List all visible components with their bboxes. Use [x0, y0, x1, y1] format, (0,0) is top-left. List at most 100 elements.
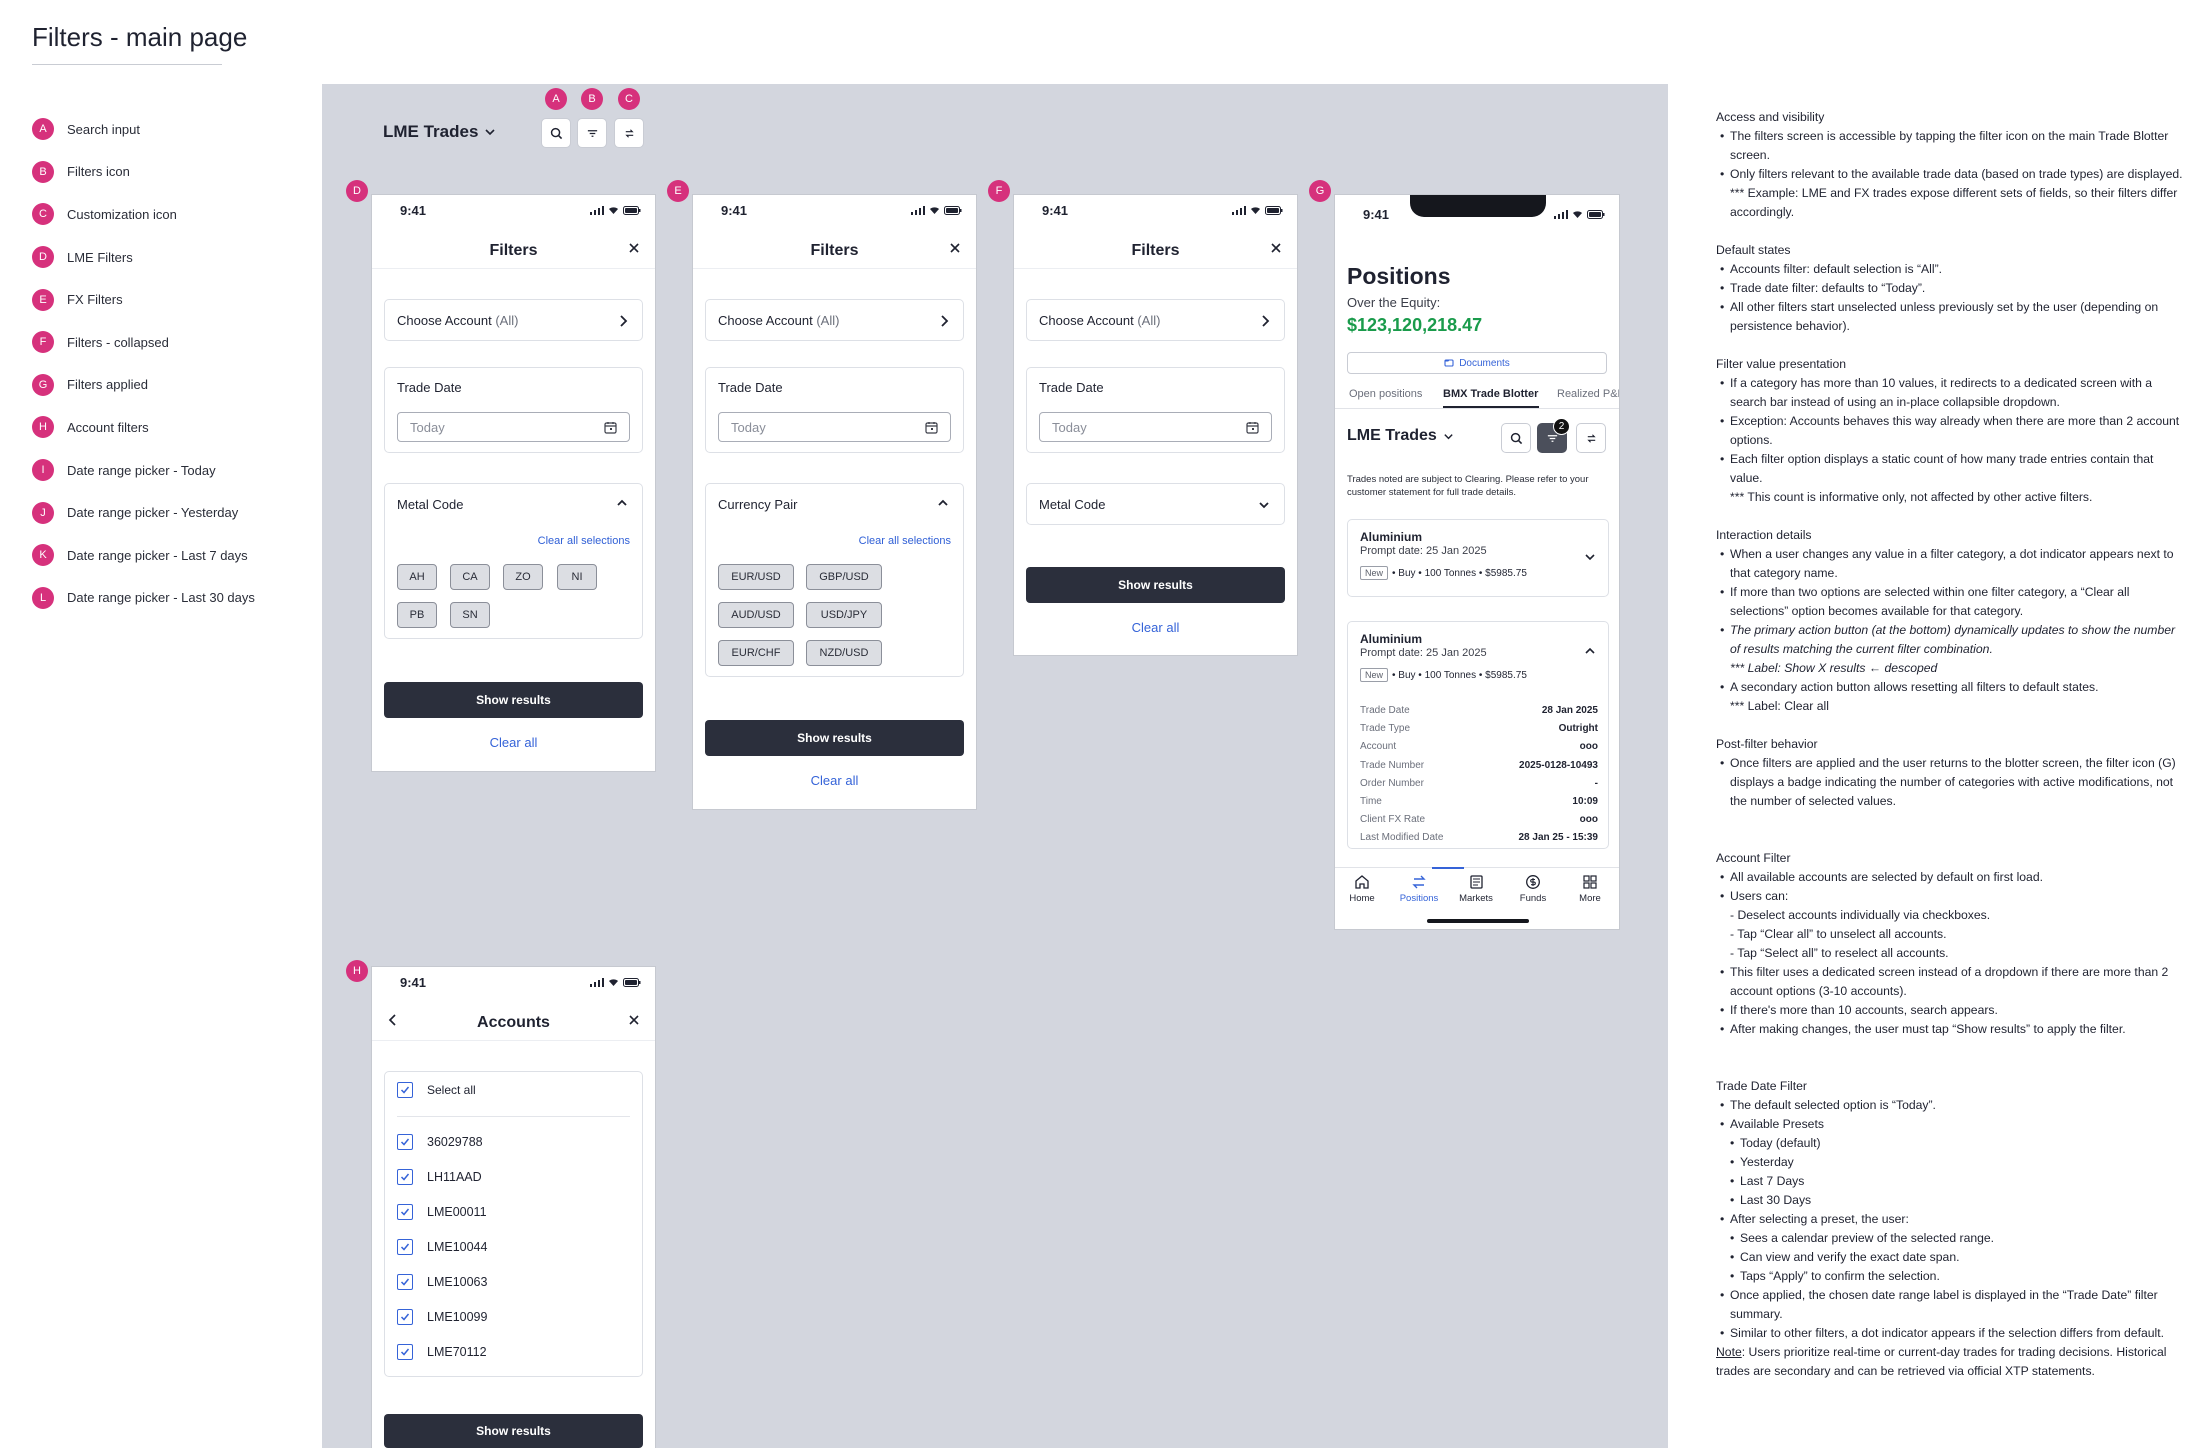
trade-card-expanded[interactable]: Aluminium Prompt date: 25 Jan 2025 New •…	[1347, 621, 1609, 849]
currency-chip[interactable]: EUR/CHF	[718, 640, 794, 666]
legend-item: C Customization icon	[32, 193, 312, 236]
detail-key: Last Modified Date	[1360, 832, 1444, 844]
choose-account-label: Choose Account	[397, 313, 492, 328]
account-row[interactable]: LME10099	[397, 1309, 487, 1325]
chevron-right-icon	[620, 315, 628, 327]
trade-date-field[interactable]: Today	[397, 412, 630, 442]
choose-account-text: Choose Account (All)	[1039, 313, 1160, 328]
close-icon[interactable]	[627, 241, 641, 255]
back-arrow-icon[interactable]	[386, 1013, 400, 1027]
show-results-button[interactable]: Show results	[384, 1414, 643, 1448]
select-all-row[interactable]: Select all	[397, 1082, 476, 1098]
notes-bullet: If more than two options are selected wi…	[1720, 583, 2186, 621]
metal-chip[interactable]: PB	[397, 602, 437, 628]
trade-date-field[interactable]: Today	[718, 412, 951, 442]
signal-icon	[1554, 209, 1568, 219]
detail-value: ooo	[1579, 814, 1598, 826]
lme-trades-dropdown[interactable]: LME Trades	[1347, 427, 1454, 445]
account-row[interactable]: LME70112	[397, 1344, 487, 1360]
clear-all-selections-link[interactable]: Clear all selections	[538, 535, 630, 547]
nav-funds[interactable]: Funds	[1511, 874, 1555, 904]
currency-chip[interactable]: GBP/USD	[806, 564, 882, 590]
close-icon[interactable]	[627, 1013, 641, 1027]
checkbox-checked[interactable]	[397, 1134, 413, 1150]
notes-sub-bullet: Last 30 Days	[1730, 1191, 2186, 1210]
markets-icon	[1470, 875, 1483, 889]
calendar-icon	[1246, 421, 1259, 434]
account-row[interactable]: LME10044	[397, 1239, 487, 1255]
clear-all-link[interactable]: Clear all	[372, 735, 655, 750]
show-results-button[interactable]: Show results	[384, 682, 643, 718]
customization-button[interactable]	[614, 118, 644, 148]
notes-heading: Default states	[1716, 243, 1791, 257]
account-row[interactable]: LME10063	[397, 1274, 487, 1290]
clear-all-link[interactable]: Clear all	[1014, 620, 1297, 635]
currency-chip[interactable]: USD/JPY	[806, 602, 882, 628]
notes-sub-bullet: Sees a calendar preview of the selected …	[1730, 1229, 2186, 1248]
search-button[interactable]	[541, 118, 571, 148]
currency-chip[interactable]: EUR/USD	[718, 564, 794, 590]
checkbox-checked[interactable]	[397, 1169, 413, 1185]
checkbox-checked[interactable]	[397, 1239, 413, 1255]
currency-chip[interactable]: NZD/USD	[806, 640, 882, 666]
metal-code-collapsed[interactable]: Metal Code	[1026, 483, 1285, 525]
status-bar: 9:41	[372, 195, 655, 225]
clear-all-link[interactable]: Clear all	[693, 773, 976, 788]
chevron-up-icon[interactable]	[937, 498, 949, 508]
show-results-button[interactable]: Show results	[1026, 567, 1285, 603]
show-results-button[interactable]: Show results	[705, 720, 964, 756]
account-row[interactable]: LH11AAD	[397, 1169, 482, 1185]
filters-button[interactable]	[577, 118, 607, 148]
customization-button[interactable]	[1576, 423, 1606, 453]
tab-realized-pnl[interactable]: Realized P&L	[1557, 388, 1619, 400]
metal-chip[interactable]: CA	[450, 564, 490, 590]
nav-home[interactable]: Home	[1340, 874, 1384, 904]
notes-bullet: This filter uses a dedicated screen inst…	[1720, 963, 2186, 1001]
metal-chip[interactable]: SN	[450, 602, 490, 628]
notes-bullet: Exception: Accounts behaves this way alr…	[1720, 412, 2186, 450]
nav-more[interactable]: More	[1568, 874, 1612, 904]
metal-chip[interactable]: AH	[397, 564, 437, 590]
checkbox-checked[interactable]	[397, 1344, 413, 1360]
trade-date-label: Trade Date	[718, 380, 783, 395]
trade-date-field[interactable]: Today	[1039, 412, 1272, 442]
chevron-up-icon[interactable]	[616, 498, 628, 508]
marker-badge: C	[32, 203, 54, 226]
status-icons	[1232, 205, 1283, 215]
checkbox-checked[interactable]	[397, 1204, 413, 1220]
notes-sub-bullet: Yesterday	[1730, 1153, 2186, 1172]
choose-account-row[interactable]: Choose Account (All)	[705, 299, 964, 341]
checkbox-checked[interactable]	[397, 1082, 413, 1098]
account-row[interactable]: 36029788	[397, 1134, 483, 1150]
marker-badge: B	[32, 160, 54, 183]
documents-button[interactable]: Documents	[1347, 352, 1607, 374]
choose-account-row[interactable]: Choose Account (All)	[384, 299, 643, 341]
search-button[interactable]	[1501, 423, 1531, 453]
legend-label: Customization icon	[67, 206, 177, 222]
phone-filters-applied: 9:41 Positions Over the Equity: $123,120…	[1334, 194, 1620, 930]
equity-label: Over the Equity:	[1347, 295, 1441, 310]
close-icon[interactable]	[1269, 241, 1283, 255]
account-label: LH11AAD	[427, 1170, 482, 1184]
metal-chip[interactable]: ZO	[503, 564, 543, 590]
marker-badge: E	[32, 288, 54, 311]
metal-chip[interactable]: NI	[557, 564, 597, 590]
close-icon[interactable]	[948, 241, 962, 255]
checkbox-checked[interactable]	[397, 1274, 413, 1290]
choose-account-row[interactable]: Choose Account (All)	[1026, 299, 1285, 341]
checkbox-checked[interactable]	[397, 1309, 413, 1325]
check-icon	[400, 1278, 410, 1286]
nav-positions[interactable]: Positions	[1397, 874, 1441, 904]
legend-label: Filters - collapsed	[67, 334, 169, 350]
lme-trades-dropdown[interactable]: LME Trades	[383, 122, 496, 142]
tab-open-positions[interactable]: Open positions	[1349, 388, 1422, 400]
filters-title: Filters	[372, 233, 655, 269]
divider	[397, 1116, 630, 1117]
marker-badge: E	[667, 180, 689, 202]
account-row[interactable]: LME00011	[397, 1204, 487, 1220]
currency-chip[interactable]: AUD/USD	[718, 602, 794, 628]
clear-all-selections-link[interactable]: Clear all selections	[859, 535, 951, 547]
tab-bmx-trade-blotter[interactable]: BMX Trade Blotter	[1443, 388, 1538, 400]
nav-markets[interactable]: Markets	[1454, 874, 1498, 904]
trade-card-collapsed[interactable]: Aluminium Prompt date: 25 Jan 2025 New •…	[1347, 519, 1609, 597]
